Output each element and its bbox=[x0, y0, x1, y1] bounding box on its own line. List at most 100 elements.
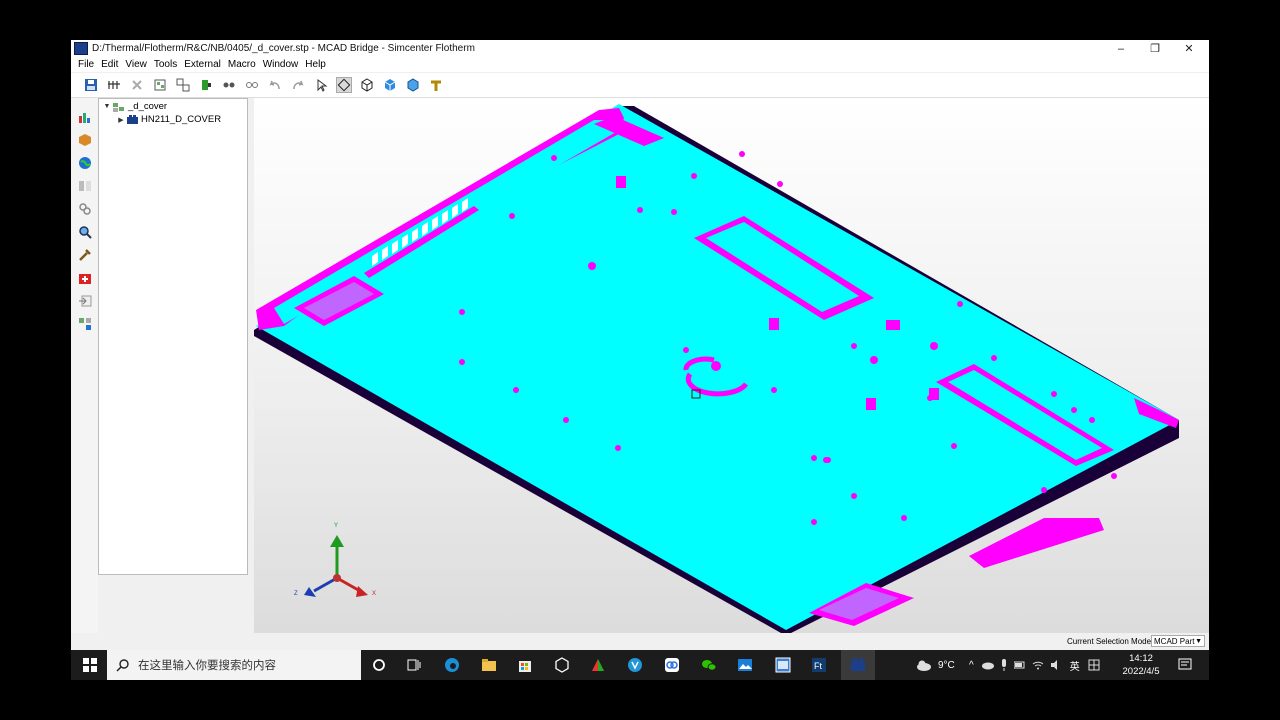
window-app-icon[interactable] bbox=[775, 657, 791, 673]
windows-taskbar: 在这里输入你要搜索的内容 Ft 9°C ^ 英 14:12 2022/4/5 bbox=[71, 650, 1209, 680]
tree-options-icon[interactable] bbox=[106, 77, 122, 93]
menu-view[interactable]: View bbox=[125, 59, 147, 70]
select-pointer-icon[interactable] bbox=[313, 77, 329, 93]
assembly-icon[interactable] bbox=[152, 77, 168, 93]
weather-widget[interactable]: 9°C bbox=[916, 650, 955, 680]
menu-bar: File Edit View Tools External Macro Wind… bbox=[71, 57, 1209, 72]
windows-start-icon[interactable] bbox=[82, 657, 98, 673]
menu-edit[interactable]: Edit bbox=[101, 59, 118, 70]
show-hidden-icons[interactable]: ^ bbox=[969, 660, 974, 671]
undo-icon[interactable] bbox=[267, 77, 283, 93]
part-node-icon bbox=[127, 115, 138, 124]
chart-tool-icon[interactable] bbox=[78, 110, 92, 124]
taskbar-search[interactable]: 在这里输入你要搜索的内容 bbox=[107, 650, 361, 680]
selection-mode-value: MCAD Part bbox=[1154, 637, 1195, 646]
expand-arrow-icon[interactable]: ▶ bbox=[116, 116, 126, 124]
tool-wrench-icon[interactable] bbox=[78, 248, 92, 262]
clock-time: 14:12 bbox=[1129, 653, 1153, 664]
microphone-icon[interactable] bbox=[1000, 659, 1008, 671]
edge-icon[interactable] bbox=[444, 657, 460, 673]
zoom-search-icon[interactable] bbox=[78, 225, 92, 239]
show-icon[interactable] bbox=[221, 77, 237, 93]
green-part-icon[interactable] bbox=[198, 77, 214, 93]
red-kit-icon[interactable] bbox=[78, 271, 92, 285]
wechat-icon[interactable] bbox=[701, 657, 717, 673]
shaded-cube-icon[interactable] bbox=[405, 77, 421, 93]
import-icon[interactable] bbox=[78, 294, 92, 308]
link-icon[interactable] bbox=[78, 202, 92, 216]
search-icon bbox=[116, 659, 129, 672]
volume-icon[interactable] bbox=[1050, 660, 1062, 670]
side-toolbox bbox=[71, 98, 98, 650]
colorful-app-icon[interactable] bbox=[590, 657, 606, 673]
temperature: 9°C bbox=[938, 659, 955, 671]
selection-mode-label: Current Selection Mode bbox=[1067, 637, 1152, 646]
cube-app-icon[interactable] bbox=[554, 657, 570, 673]
axis-x-label: X bbox=[372, 591, 377, 597]
onedrive-icon[interactable] bbox=[981, 660, 994, 670]
wireframe-cube-icon[interactable] bbox=[359, 77, 375, 93]
v-app-icon[interactable] bbox=[627, 657, 643, 673]
hide-icon[interactable] bbox=[244, 77, 260, 93]
cad-model-view bbox=[254, 104, 1179, 633]
toolbar bbox=[71, 73, 1209, 98]
group-icon[interactable] bbox=[175, 77, 191, 93]
file-explorer-icon[interactable] bbox=[481, 657, 497, 673]
svg-text:Ft: Ft bbox=[814, 661, 822, 671]
cloud-icon bbox=[917, 660, 931, 671]
export-assembly-icon[interactable] bbox=[78, 317, 92, 331]
wifi-icon[interactable] bbox=[1032, 660, 1044, 670]
selection-mode-select[interactable]: MCAD Part ▼ bbox=[1151, 635, 1205, 647]
clock[interactable]: 14:12 2022/4/5 bbox=[1111, 652, 1171, 678]
assembly-node-icon bbox=[113, 102, 124, 112]
close-button[interactable]: ✕ bbox=[1172, 40, 1206, 57]
restore-button[interactable]: ❐ bbox=[1138, 40, 1172, 57]
3d-viewport[interactable]: Y Z X bbox=[254, 98, 1209, 633]
ime-indicator[interactable]: 英 bbox=[1070, 658, 1080, 673]
menu-help[interactable]: Help bbox=[305, 59, 326, 70]
photo-app-icon[interactable] bbox=[737, 657, 753, 673]
battery-icon[interactable] bbox=[1013, 660, 1026, 670]
flotherm-ft-icon[interactable]: Ft bbox=[811, 657, 827, 673]
menu-macro[interactable]: Macro bbox=[228, 59, 256, 70]
globe-icon[interactable] bbox=[78, 156, 92, 170]
status-bar: Current Selection Mode MCAD Part ▼ bbox=[71, 633, 1209, 650]
active-mode-icon[interactable] bbox=[336, 77, 352, 93]
app-icon bbox=[74, 42, 88, 55]
window-title: D:/Thermal/Flotherm/R&C/NB/0405/_d_cover… bbox=[92, 43, 475, 54]
application-window: D:/Thermal/Flotherm/R&C/NB/0405/_d_cover… bbox=[71, 40, 1209, 650]
save-icon[interactable] bbox=[83, 77, 99, 93]
tree-child-label: HN211_D_COVER bbox=[141, 114, 222, 125]
cortana-icon[interactable] bbox=[371, 657, 387, 673]
transform-tool-icon[interactable] bbox=[428, 77, 444, 93]
mirror-icon[interactable] bbox=[78, 179, 92, 193]
delete-icon[interactable] bbox=[129, 77, 145, 93]
meeting-app-icon[interactable] bbox=[664, 657, 680, 673]
title-bar: D:/Thermal/Flotherm/R&C/NB/0405/_d_cover… bbox=[71, 40, 1209, 57]
menu-window[interactable]: Window bbox=[263, 59, 299, 70]
chevron-down-icon: ▼ bbox=[1195, 638, 1202, 645]
clock-date: 2022/4/5 bbox=[1122, 666, 1160, 677]
tree-node-root[interactable]: ▼ _d_cover bbox=[102, 100, 168, 113]
task-view-icon[interactable] bbox=[406, 657, 422, 673]
search-input[interactable]: 在这里输入你要搜索的内容 bbox=[138, 657, 276, 673]
box-tool-icon[interactable] bbox=[78, 133, 92, 147]
mcad-bridge-taskbar-button[interactable] bbox=[841, 650, 875, 680]
center-boss bbox=[711, 361, 721, 371]
tree-root-label: _d_cover bbox=[128, 101, 168, 112]
redo-icon[interactable] bbox=[290, 77, 306, 93]
menu-external[interactable]: External bbox=[184, 59, 221, 70]
collapse-arrow-icon[interactable]: ▼ bbox=[102, 103, 112, 110]
input-grid-icon[interactable] bbox=[1088, 659, 1100, 671]
menu-tools[interactable]: Tools bbox=[154, 59, 177, 70]
store-icon[interactable] bbox=[517, 657, 533, 673]
tree-node-child[interactable]: ▶ HN211_D_COVER bbox=[116, 113, 221, 126]
solid-cube-icon[interactable] bbox=[382, 77, 398, 93]
minimize-button[interactable]: – bbox=[1104, 40, 1138, 57]
model-tree-panel: ▼ _d_cover ▶ HN211_D_COVER bbox=[98, 98, 248, 575]
axis-triad bbox=[304, 535, 368, 597]
system-tray: ^ 英 bbox=[969, 650, 1100, 680]
axis-y-label: Y bbox=[334, 523, 339, 529]
notification-icon[interactable] bbox=[1177, 657, 1193, 673]
menu-file[interactable]: File bbox=[78, 59, 94, 70]
